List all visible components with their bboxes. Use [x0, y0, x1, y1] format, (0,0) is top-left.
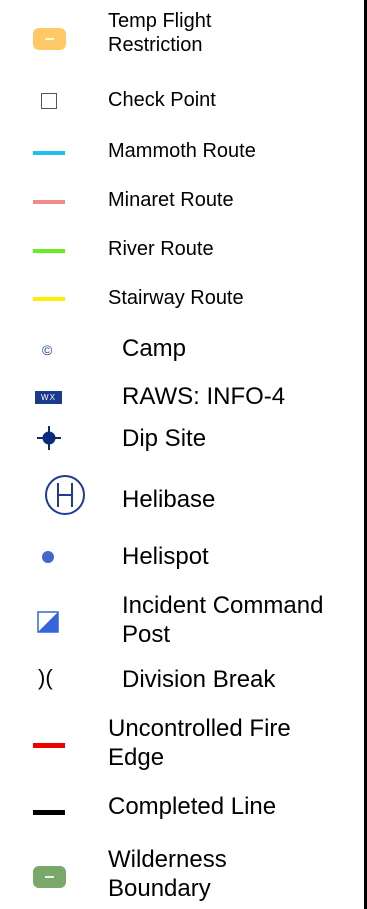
copyright-symbol-icon: © [42, 342, 53, 358]
fire-edge-line-icon [33, 743, 65, 748]
legend-label-completed-line: Completed Line [108, 793, 277, 820]
legend-label-dip-site: Dip Site [122, 425, 207, 452]
stairway-route-line-icon [33, 297, 65, 301]
legend-label-mammoth-route: Mammoth Route [108, 140, 256, 162]
legend-label-uncontrolled-fire-edge: Uncontrolled Fire Edge [108, 715, 291, 771]
legend-label-wilderness-boundary: Wilderness Boundary [108, 846, 227, 902]
legend-label-helibase: Helibase [122, 486, 216, 513]
wilderness-boundary-swatch [33, 866, 66, 888]
mammoth-route-line-icon [33, 151, 65, 155]
legend-label-camp: Camp [122, 335, 187, 362]
wx-box-icon: WX [35, 391, 62, 404]
legend-label-incident-command-post: Incident Command Post [122, 592, 324, 648]
parentheses-icon: )( [38, 665, 53, 690]
minaret-route-line-icon [33, 200, 65, 204]
legend-label-check-point: Check Point [108, 89, 216, 111]
legend-label-raws: RAWS: INFO-4 [122, 383, 286, 410]
legend-label-temp-flight-restriction: Temp Flight Restriction [108, 10, 212, 56]
completed-line-icon [33, 810, 65, 815]
legend-label-minaret-route: Minaret Route [108, 189, 234, 211]
circled-h-icon [45, 475, 85, 515]
legend-label-helispot: Helispot [122, 543, 209, 570]
temp-flight-restriction-swatch [33, 28, 66, 50]
legend-label-stairway-route: Stairway Route [108, 287, 244, 309]
legend-label-river-route: River Route [108, 238, 214, 260]
half-filled-square-icon [37, 611, 59, 633]
legend-label-division-break: Division Break [122, 666, 276, 693]
crosshair-circle-icon [37, 426, 61, 450]
map-legend: Temp Flight Restriction Check Point Mamm… [0, 0, 367, 909]
dot-icon [42, 551, 54, 563]
river-route-line-icon [33, 249, 65, 253]
check-point-icon [41, 93, 57, 109]
